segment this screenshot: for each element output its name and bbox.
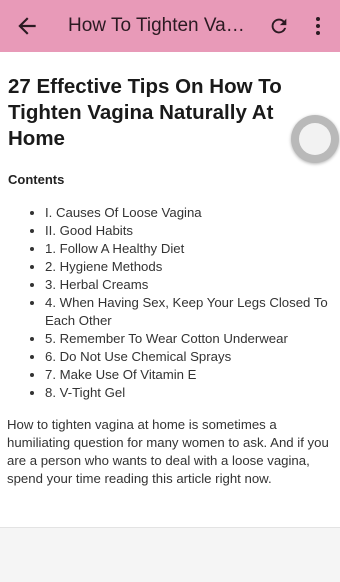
toc-item[interactable]: 5. Remember To Wear Cotton Underwear [45,330,340,348]
toc-item[interactable]: 4. When Having Sex, Keep Your Legs Close… [45,294,340,330]
toc-item[interactable]: 8. V-Tight Gel [45,384,340,402]
toc-item[interactable]: 7. Make Use Of Vitamin E [45,366,340,384]
toc-item[interactable]: 3. Herbal Creams [45,276,340,294]
back-arrow-icon[interactable] [14,13,40,39]
table-of-contents: I. Causes Of Loose Vagina II. Good Habit… [27,204,340,402]
floating-action-button[interactable] [291,115,339,163]
contents-label: Contents [8,172,65,187]
toc-item[interactable]: 1. Follow A Healthy Diet [45,240,340,258]
article-intro: How to tighten vagina at home is sometim… [7,417,329,486]
more-vert-icon[interactable] [310,14,326,38]
toc-item[interactable]: I. Causes Of Loose Vagina [45,204,340,222]
app-toolbar: How To Tighten Vagina Naturally At Home [0,0,340,52]
toc-item[interactable]: 2. Hygiene Methods [45,258,340,276]
toolbar-title: How To Tighten Vagina Naturally At Home [68,15,248,36]
article-title: 27 Effective Tips On How To Tighten Vagi… [8,75,282,150]
toc-item[interactable]: II. Good Habits [45,222,340,240]
article-content: 27 Effective Tips On How To Tighten Vagi… [0,52,340,527]
content-divider [0,527,340,528]
refresh-icon[interactable] [268,15,290,37]
toc-item[interactable]: 6. Do Not Use Chemical Sprays [45,348,340,366]
fab-inner-circle-icon [299,123,331,155]
